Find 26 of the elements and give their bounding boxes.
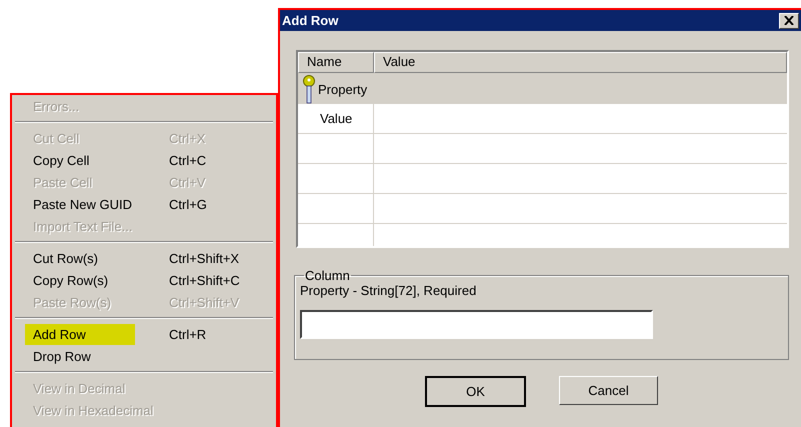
group-title: Column bbox=[304, 268, 351, 283]
column-header[interactable]: Name bbox=[298, 52, 374, 73]
menu-item[interactable]: Copy Cell Ctrl+C bbox=[14, 149, 274, 171]
menu-item-label: Cut Row(s) bbox=[33, 250, 100, 266]
dialog-button[interactable]: OK bbox=[425, 376, 526, 407]
key-icon bbox=[302, 74, 316, 104]
menu-item[interactable]: Drop Row bbox=[14, 345, 274, 367]
menu-item-label: Paste New GUID bbox=[33, 196, 133, 212]
menu-item-label: Copy Row(s) bbox=[33, 272, 110, 288]
column-header[interactable]: Value bbox=[374, 52, 787, 73]
group-row[interactable]: Property bbox=[298, 74, 787, 104]
menu-item-label: Drop Row bbox=[33, 348, 92, 364]
menu-item[interactable]: Paste New GUID Ctrl+G bbox=[14, 193, 274, 215]
table-cell: Value bbox=[298, 104, 374, 133]
dialog-button[interactable]: Cancel bbox=[559, 376, 658, 405]
menu-item[interactable]: Cut Row(s) Ctrl+Shift+X bbox=[14, 247, 274, 269]
close-button[interactable] bbox=[779, 12, 799, 28]
menu-item-label: Copy Cell bbox=[33, 152, 90, 168]
menu-item-label: Add Row bbox=[25, 324, 135, 344]
close-icon bbox=[784, 16, 794, 25]
menu-item[interactable]: Copy Row(s) Ctrl+Shift+C bbox=[14, 269, 274, 291]
menu-item[interactable]: Add Row Ctrl+R bbox=[14, 323, 274, 345]
group-label: Property bbox=[318, 82, 368, 96]
column-description: Property - String[72], Required bbox=[300, 283, 478, 298]
input-field[interactable] bbox=[300, 310, 653, 339]
window-title: Add Row bbox=[282, 13, 338, 28]
